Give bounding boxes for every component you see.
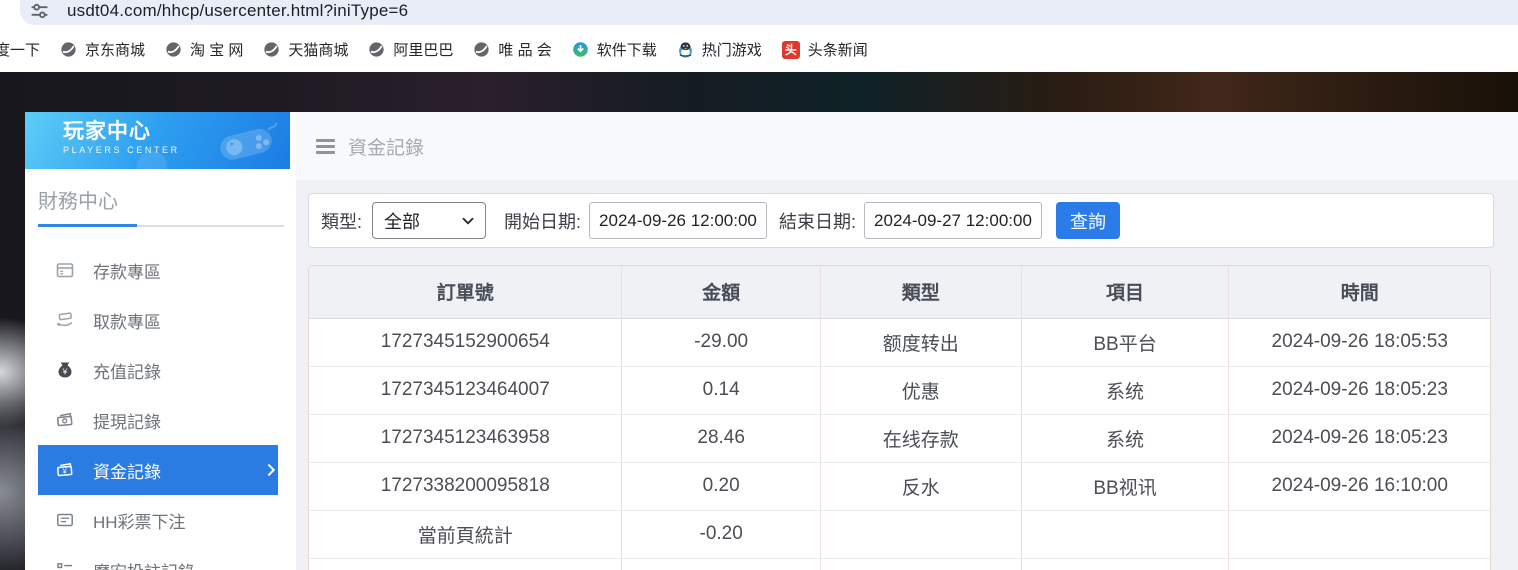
type-select[interactable]: 全部	[372, 202, 486, 239]
sidebar-item-funds-record[interactable]: ¥ 資金記錄	[38, 445, 278, 495]
page-title: 資金記錄	[348, 133, 424, 160]
bookmark-alibaba[interactable]: 阿里巴巴	[368, 39, 453, 60]
sidebar-item-hh-lottery-bets[interactable]: HH彩票下注	[38, 495, 278, 545]
sidebar: 玩家中心 PLAYERS CENTER 財務中心	[25, 112, 296, 570]
site-settings-icon[interactable]	[30, 2, 49, 21]
bookmark-games[interactable]: 热门游戏	[677, 39, 762, 60]
bookmark-taobao[interactable]: 淘 宝 网	[165, 39, 243, 60]
table-row: 1727345123463958 28.46 在线存款 系统 2024-09-2…	[309, 414, 1490, 462]
filter-bar: 類型: 全部 開始日期: 結束日期: 查詢	[308, 193, 1494, 248]
software-download-icon	[572, 41, 589, 58]
start-date-label: 開始日期:	[504, 208, 581, 234]
column-time: 時間	[1229, 266, 1490, 318]
bookmark-jd[interactable]: 京东商城	[60, 39, 145, 60]
finance-center-heading: 財務中心	[38, 185, 296, 214]
globe-icon	[60, 41, 77, 58]
end-date-label: 結束日期:	[779, 208, 856, 234]
toutiao-news-icon: 头	[782, 41, 800, 59]
bookmark-software[interactable]: 软件下载	[572, 39, 657, 60]
page-background: 玩家中心 PLAYERS CENTER 財務中心	[0, 72, 1518, 570]
type-label: 類型:	[321, 208, 362, 234]
lottery-ticket-icon	[55, 510, 75, 530]
bookmark-vip[interactable]: 唯 品 会	[473, 39, 551, 60]
sidebar-item-withdraw-zone[interactable]: 取款專區	[38, 295, 278, 345]
globe-icon	[263, 41, 280, 58]
bet-list-icon	[55, 560, 75, 570]
query-button[interactable]: 查詢	[1056, 202, 1120, 239]
svg-text:¥: ¥	[62, 367, 68, 377]
sidebar-item-deposit-zone[interactable]: 存款專區	[38, 245, 278, 295]
bookmark-tmall[interactable]: 天猫商城	[263, 39, 348, 60]
penguin-game-icon	[677, 41, 694, 58]
start-date-input[interactable]	[589, 202, 767, 239]
sidebar-menu: 存款專區 取款專區 ¥ 充值記錄	[25, 245, 296, 570]
globe-icon	[473, 41, 490, 58]
sidebar-item-withdrawal-record[interactable]: 提現記錄	[38, 395, 278, 445]
table-header-row: 訂單號 金額 類型 項目 時間	[309, 266, 1490, 318]
chevron-down-icon	[462, 217, 474, 225]
table-row-partial	[309, 558, 1490, 570]
moneybag-icon: ¥	[55, 360, 75, 380]
globe-icon	[165, 41, 182, 58]
url-bar[interactable]: usdt04.com/hhcp/usercenter.html?iniType=…	[20, 0, 1518, 25]
players-center-banner: 玩家中心 PLAYERS CENTER	[25, 112, 290, 169]
gamepad-icon	[214, 118, 280, 164]
sidebar-item-recharge-record[interactable]: ¥ 充值記錄	[38, 345, 278, 395]
end-date-input[interactable]	[864, 202, 1042, 239]
content-header: 資金記錄	[296, 112, 1518, 180]
browser-chrome: usdt04.com/hhcp/usercenter.html?iniType=…	[0, 0, 1518, 72]
summary-row: 當前頁統計 -0.20	[309, 510, 1490, 558]
withdraw-hand-icon	[55, 310, 75, 330]
bookmark-toutiao[interactable]: 头 头条新闻	[782, 39, 868, 60]
bookmarks-bar: 度一下 京东商城 淘 宝 网 天猫商城 阿里巴巴 唯 品 会	[0, 27, 1518, 72]
banknotes-icon	[55, 410, 75, 430]
chevron-right-icon	[267, 463, 276, 477]
main-content: 資金記錄 類型: 全部 開始日期: 結束日期: 查詢 訂單號	[296, 112, 1518, 570]
globe-icon	[368, 41, 385, 58]
column-order-no: 訂單號	[309, 266, 622, 318]
sidebar-item-mohong-bet-record[interactable]: 魔宏投註記錄	[38, 545, 278, 570]
deposit-terminal-icon	[55, 260, 75, 280]
column-type: 類型	[820, 266, 1021, 318]
funds-record-icon: ¥	[55, 460, 75, 480]
column-amount: 金額	[622, 266, 820, 318]
hamburger-menu-icon[interactable]	[316, 139, 335, 154]
section-underline	[38, 225, 284, 227]
type-select-value: 全部	[384, 208, 420, 234]
bookmark-baidu[interactable]: 度一下	[0, 39, 40, 60]
column-item: 項目	[1021, 266, 1229, 318]
table-row: 1727338200095818 0.20 反水 BB视讯 2024-09-26…	[309, 462, 1490, 510]
table-row: 1727345152900654 -29.00 额度转出 BB平台 2024-0…	[309, 318, 1490, 366]
table-row: 1727345123464007 0.14 优惠 系统 2024-09-26 1…	[309, 366, 1490, 414]
funds-record-table: 訂單號 金額 類型 項目 時間 1727345152900654 -29.00 …	[308, 265, 1491, 570]
url-text[interactable]: usdt04.com/hhcp/usercenter.html?iniType=…	[67, 1, 408, 21]
